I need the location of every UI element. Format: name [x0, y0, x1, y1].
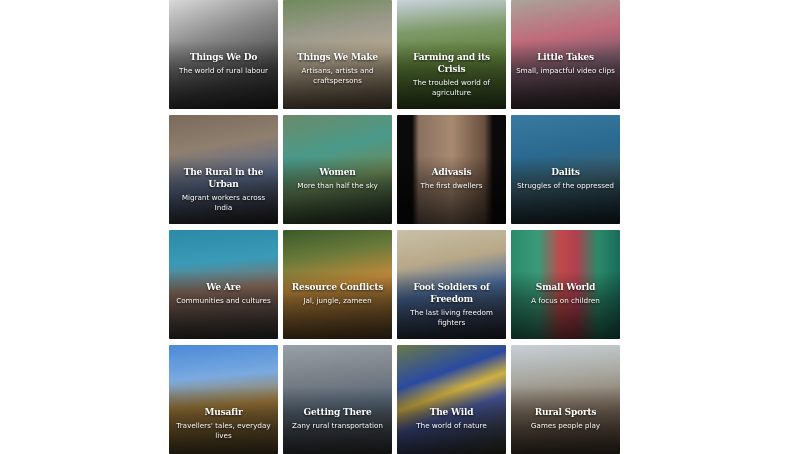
tile-title: Dalits [551, 168, 580, 178]
tile-subtitle: Communities and cultures [176, 296, 271, 305]
tile-little-takes[interactable]: Little Takes Small, impactful video clip… [511, 0, 620, 109]
tile-subtitle: A focus on children [531, 296, 600, 305]
tile-subtitle: More than half the sky [297, 181, 378, 190]
tile-title: Rural Sports [534, 408, 597, 418]
tile-title: The Rural in the Urban [183, 168, 264, 190]
tile-women[interactable]: Women More than half the sky [283, 115, 392, 224]
tile-subtitle: The troubled world of agriculture [412, 78, 491, 97]
tile-title: Women [319, 168, 356, 178]
tile-title: We Are [206, 283, 241, 293]
tile-title: Farming and its Crisis [413, 53, 490, 75]
tile-title: Foot Soldiers of Freedom [413, 283, 490, 305]
tile-musafir[interactable]: Musafir Travellers' tales, everyday live… [169, 345, 278, 454]
tile-resource-conflicts[interactable]: Resource Conflicts Jal, jungle, zameen [283, 230, 392, 339]
tile-we-are[interactable]: We Are Communities and cultures [169, 230, 278, 339]
tile-rural-sports[interactable]: Rural Sports Games people play [511, 345, 620, 454]
tile-subtitle: Travellers' tales, everyday lives [176, 421, 271, 440]
tile-subtitle: Games people play [530, 421, 601, 430]
tile-title: Getting There [303, 408, 372, 418]
tile-subtitle: Struggles of the oppressed [517, 181, 614, 190]
tile-farming-and-its-crisis[interactable]: Farming and its Crisis The troubled worl… [397, 0, 506, 109]
category-grid: Things We Do The world of rural labour T… [169, 0, 621, 454]
tile-subtitle: Zany rural transportation [292, 421, 383, 430]
tile-title: Musafir [204, 408, 243, 418]
tile-things-we-make[interactable]: Things We Make Artisans, artists and cra… [283, 0, 392, 109]
tile-subtitle: The last living freedom fighters [410, 308, 493, 327]
tile-subtitle: Migrant workers across India [181, 193, 266, 212]
tile-subtitle: The world of nature [416, 421, 487, 430]
tile-the-rural-in-the-urban[interactable]: The Rural in the Urban Migrant workers a… [169, 115, 278, 224]
tile-small-world[interactable]: Small World A focus on children [511, 230, 620, 339]
tile-dalits[interactable]: Dalits Struggles of the oppressed [511, 115, 620, 224]
tile-title: The Wild [429, 408, 474, 418]
tile-subtitle: Jal, jungle, zameen [303, 296, 372, 305]
tile-subtitle: The world of rural labour [179, 66, 268, 75]
tile-subtitle: Small, impactful video clips [516, 66, 615, 75]
tile-getting-there[interactable]: Getting There Zany rural transportation [283, 345, 392, 454]
tile-title: Small World [535, 283, 596, 293]
tile-title: Things We Do [189, 53, 258, 63]
tile-title: Little Takes [537, 53, 594, 63]
tile-things-we-do[interactable]: Things We Do The world of rural labour [169, 0, 278, 109]
tile-subtitle: The first dwellers [420, 181, 483, 190]
tile-subtitle: Artisans, artists and craftspersons [301, 66, 374, 85]
tile-title: Adivasis [431, 168, 472, 178]
tile-title: Resource Conflicts [291, 283, 384, 293]
tile-adivasis[interactable]: Adivasis The first dwellers [397, 115, 506, 224]
tile-the-wild[interactable]: The Wild The world of nature [397, 345, 506, 454]
tile-foot-soldiers-of-freedom[interactable]: Foot Soldiers of Freedom The last living… [397, 230, 506, 339]
tile-title: Things We Make [297, 53, 378, 63]
